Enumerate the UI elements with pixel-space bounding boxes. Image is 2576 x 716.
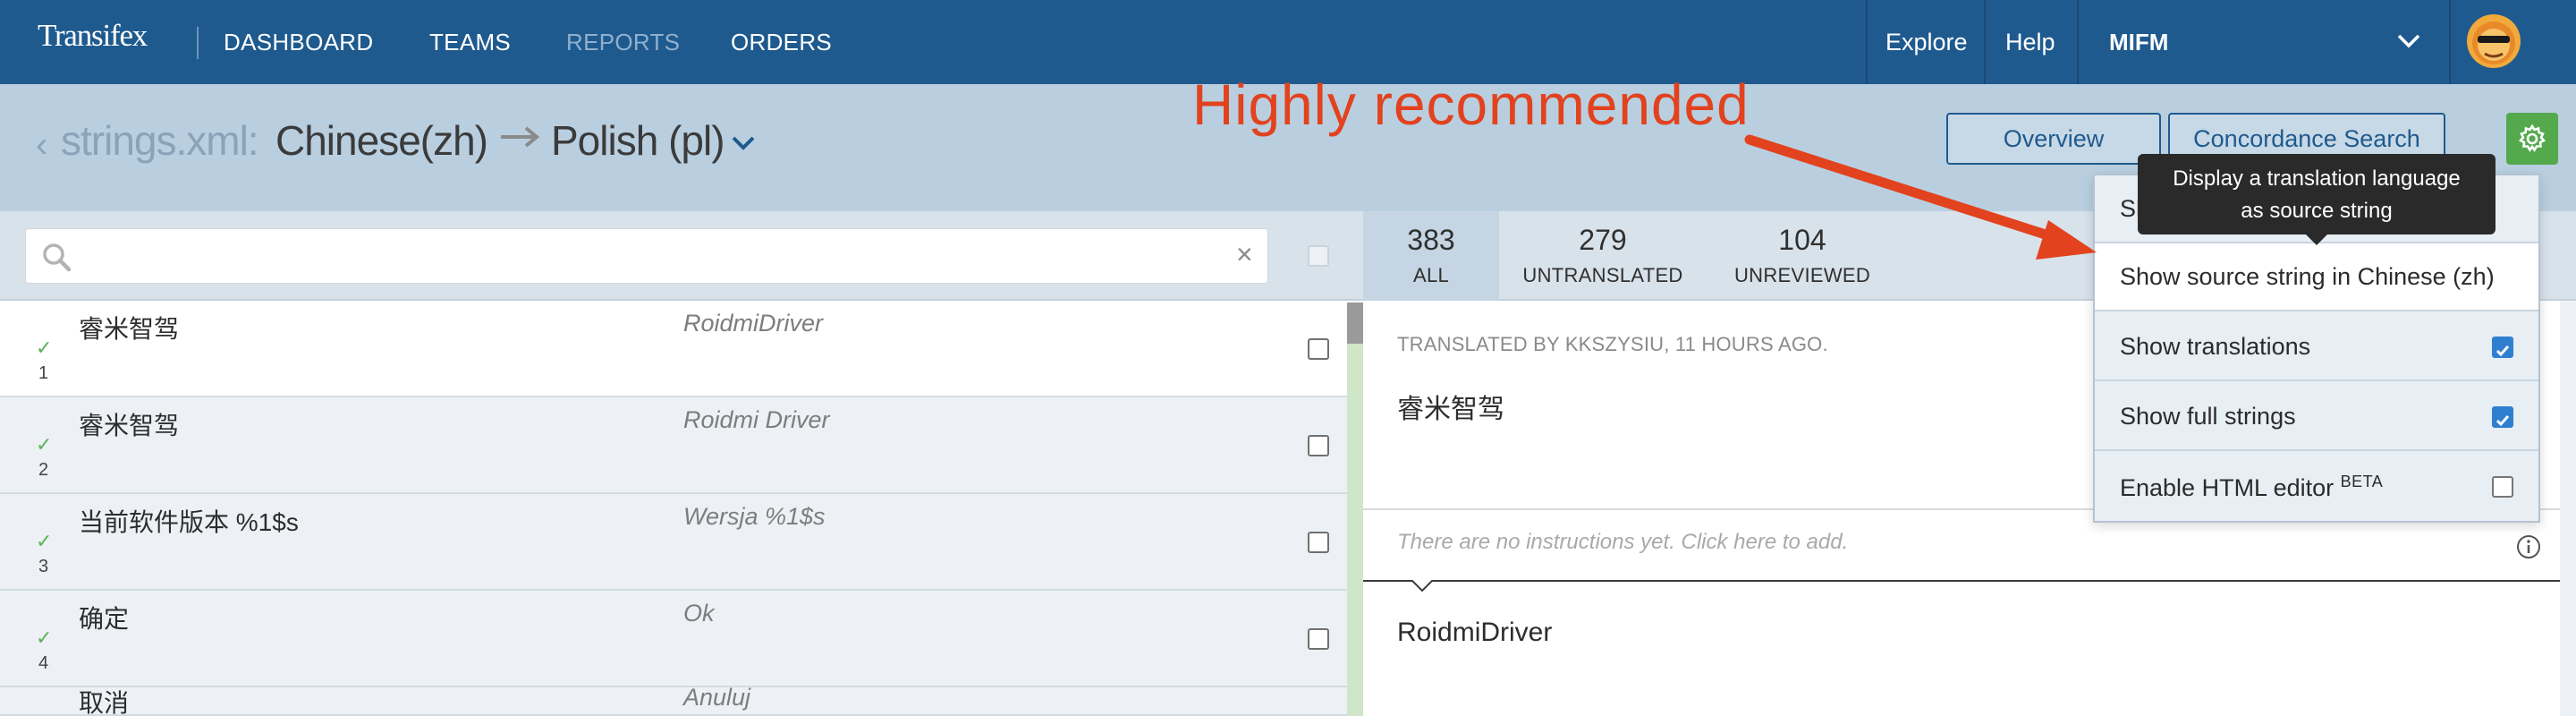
html-editor-label: Enable HTML editor	[2120, 474, 2334, 501]
source-text: 取消	[79, 689, 130, 716]
tab-label: UNREVIEWED	[1733, 264, 1871, 286]
source-text: 当前软件版本 %1$s	[79, 508, 299, 536]
show-full-strings-checkbox[interactable]	[2492, 406, 2513, 428]
tooltip: Display a translation language as source…	[2138, 154, 2496, 234]
row-checkbox[interactable]	[1308, 435, 1329, 456]
string-row[interactable]: ✓ 3 当前软件版本 %1$s Wersja %1$s	[0, 494, 1363, 591]
string-row[interactable]: ✓ 2 睿米智驾 Roidmi Driver	[0, 397, 1363, 494]
string-row[interactable]: 取消 Anuluj	[0, 687, 1363, 716]
tab-untranslated[interactable]: 279 UNTRANSLATED	[1508, 211, 1698, 301]
beta-badge: BETA	[2340, 473, 2384, 490]
breadcrumb-target-language[interactable]: Polish (pl)	[551, 116, 725, 165]
menu-item-label: Show source string in Chinese (zh)	[2120, 263, 2495, 290]
nav-separator	[1984, 0, 1986, 84]
search-icon	[43, 243, 72, 272]
tooltip-line: Display a translation language	[2173, 166, 2461, 191]
editor-scrollbar[interactable]	[2560, 301, 2576, 716]
menu-item-label: Enable HTML editor BETA	[2120, 473, 2383, 502]
tab-count: 383	[1407, 224, 1455, 256]
clear-search-icon[interactable]: ×	[1236, 238, 1253, 271]
tab-label: ALL	[1412, 264, 1450, 286]
check-icon	[2496, 345, 2510, 357]
tab-label: UNTRANSLATED	[1522, 264, 1683, 286]
menu-item-html-editor[interactable]: Enable HTML editor BETA	[2095, 453, 2538, 521]
string-number: 3	[38, 557, 49, 576]
checkmark-icon: ✓	[36, 626, 53, 649]
tab-count: 104	[1778, 224, 1826, 256]
menu-item-show-translations[interactable]: Show translations	[2095, 313, 2538, 381]
check-icon	[2496, 415, 2510, 427]
menu-item-label: Show full strings	[2120, 403, 2296, 430]
translation-text: Anuluj	[683, 687, 751, 711]
arrow-right-icon	[501, 126, 540, 148]
tab-unreviewed[interactable]: 104 UNREVIEWED	[1708, 211, 1896, 301]
tooltip-pointer	[2306, 234, 2327, 245]
organization-selector[interactable]: MIFM	[2109, 29, 2168, 56]
string-row[interactable]: ✓ 4 确定 Ok	[0, 591, 1363, 687]
translation-field[interactable]: RoidmiDriver	[1397, 618, 1552, 648]
chevron-down-icon[interactable]	[2395, 32, 2422, 50]
breadcrumb-source-language: Chinese(zh)	[275, 117, 488, 164]
chevron-down-icon[interactable]	[730, 134, 757, 152]
nav-orders[interactable]: ORDERS	[731, 29, 832, 56]
breadcrumb-file[interactable]: strings.xml:	[61, 116, 259, 165]
nav-separator	[1866, 0, 1868, 84]
nav-separator	[2077, 0, 2079, 84]
source-text: 睿米智驾	[79, 315, 180, 343]
menu-item-show-source[interactable]: Show source string in Chinese (zh)	[2095, 243, 2538, 311]
translation-text: Roidmi Driver	[683, 406, 830, 433]
string-number: 1	[38, 363, 49, 383]
select-all-checkbox[interactable]	[1308, 245, 1329, 267]
translation-text: Wersja %1$s	[683, 503, 826, 530]
source-text: 睿米智驾	[79, 412, 180, 439]
show-translations-checkbox[interactable]	[2492, 337, 2513, 358]
menu-item-label: Show translations	[2120, 333, 2311, 360]
list-scrollbar[interactable]	[1347, 303, 1363, 716]
checkmark-icon: ✓	[36, 530, 53, 552]
nav-separator	[2449, 0, 2451, 84]
overview-button[interactable]: Overview	[1946, 113, 2161, 165]
transifex-logo[interactable]: Transifex	[38, 18, 148, 54]
source-text: 确定	[79, 605, 130, 633]
row-checkbox[interactable]	[1308, 628, 1329, 650]
nav-dashboard[interactable]: DASHBOARD	[224, 29, 373, 56]
gear-icon	[2518, 124, 2546, 152]
caret-icon	[1411, 580, 1433, 592]
tab-count: 279	[1579, 224, 1627, 256]
annotation-text: Highly recommended	[1192, 72, 1750, 137]
nav-divider	[197, 27, 199, 59]
back-chevron-icon[interactable]: ‹	[36, 125, 47, 166]
source-string: 睿米智驾	[1397, 395, 1504, 424]
divider	[1363, 580, 2576, 582]
row-checkbox[interactable]	[1308, 338, 1329, 360]
nav-reports[interactable]: REPORTS	[566, 29, 680, 56]
translation-text: RoidmiDriver	[683, 310, 824, 337]
settings-button[interactable]	[2506, 113, 2558, 165]
menu-item-show-full-strings[interactable]: Show full strings	[2095, 383, 2538, 451]
nav-teams[interactable]: TEAMS	[429, 29, 511, 56]
avatar[interactable]	[2467, 14, 2521, 68]
nav-help[interactable]: Help	[2005, 29, 2055, 56]
tooltip-line: as source string	[2241, 199, 2393, 223]
scrollbar-thumb[interactable]	[1347, 303, 1363, 344]
html-editor-checkbox[interactable]	[2492, 476, 2513, 498]
row-checkbox[interactable]	[1308, 532, 1329, 553]
instructions-placeholder[interactable]: There are no instructions yet. Click her…	[1397, 530, 1848, 555]
nav-explore[interactable]: Explore	[1885, 29, 1968, 56]
checkmark-icon: ✓	[36, 433, 53, 456]
search-input[interactable]	[86, 234, 1213, 277]
translation-text: Ok	[683, 600, 715, 626]
string-row[interactable]: ✓ 1 睿米智驾 RoidmiDriver	[0, 301, 1363, 397]
avatar-icon	[2472, 21, 2515, 64]
checkmark-icon: ✓	[36, 337, 53, 359]
translated-by-info: TRANSLATED BY KKSZYSIU, 11 HOURS AGO.	[1397, 333, 1828, 355]
tab-all[interactable]: 383 ALL	[1363, 211, 1499, 301]
string-number: 2	[38, 460, 49, 480]
info-icon[interactable]	[2515, 533, 2542, 560]
string-number: 4	[38, 653, 49, 673]
